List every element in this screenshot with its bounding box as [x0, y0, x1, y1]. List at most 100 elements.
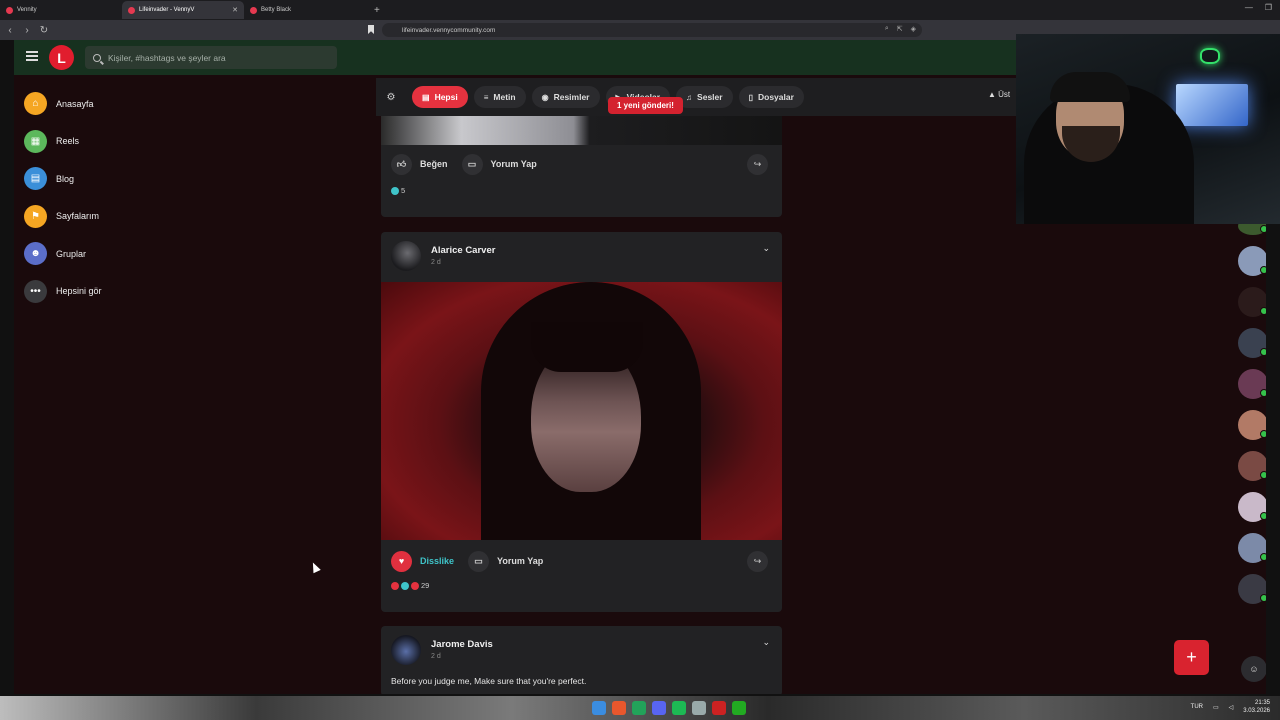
search-placeholder: Kişiler, #hashtags ve şeyler ara	[108, 52, 226, 63]
reaction-count[interactable]: 29	[391, 581, 429, 590]
share-icon[interactable]: ↪	[747, 550, 768, 572]
post-card: Jarome Davis 2 d ⌄ Before you judge me, …	[381, 626, 782, 694]
sidebar: ⌂ Anasayfa ▦ Reels ▤ Blog ⚑ Sayfalarım ☻…	[24, 85, 224, 310]
filter-settings-icon[interactable]: ⚙	[376, 92, 406, 103]
post-image[interactable]	[381, 282, 782, 540]
text-icon: ≡	[483, 92, 489, 102]
post-author[interactable]: Alarice Carver	[431, 245, 495, 256]
network-icon[interactable]: ▭	[1213, 704, 1219, 711]
comment-button[interactable]: ▭ Yorum Yap	[461, 153, 537, 175]
search-input[interactable]: Kişiler, #hashtags ve şeyler ara	[85, 46, 337, 69]
file-icon: ▯	[748, 92, 753, 102]
filter-sesler[interactable]: ♫ Sesler	[676, 86, 733, 108]
reload-icon[interactable]: ↻	[37, 25, 51, 36]
clock[interactable]: 21:35 3.03.2026	[1243, 699, 1270, 715]
window-controls: — ❐	[1245, 3, 1272, 12]
like-button[interactable]: 👍︎ Beğen	[391, 153, 448, 175]
bookmark-icon[interactable]	[368, 25, 374, 34]
tab-title: Betty Black	[261, 7, 292, 13]
comment-icon: ▭	[468, 550, 490, 572]
chevron-down-icon[interactable]: ⌄	[762, 637, 770, 648]
post-image[interactable]	[381, 116, 782, 145]
friend-avatar[interactable]	[1238, 328, 1266, 358]
app-icon[interactable]	[692, 701, 706, 715]
lifeinvader-logo[interactable]: L	[49, 45, 74, 70]
forward-icon[interactable]: ›	[20, 25, 34, 36]
friend-avatar[interactable]	[1238, 246, 1266, 276]
sidebar-item-reels[interactable]: ▦ Reels	[24, 123, 224, 161]
filter-resimler[interactable]: ◉ Resimler	[531, 86, 600, 108]
url-field[interactable]: lifeinvader.vennycommunity.com ⌕ ⇱ ◈	[382, 23, 922, 37]
reaction-count[interactable]: 5	[391, 186, 405, 195]
sidebar-item-anasayfa[interactable]: ⌂ Anasayfa	[24, 85, 224, 123]
favicon-icon	[250, 6, 257, 14]
all-icon: ▤	[422, 92, 430, 102]
terminal-icon[interactable]	[732, 701, 746, 715]
discord-icon[interactable]	[652, 701, 666, 715]
post-card: 👍︎ Beğen ▭ Yorum Yap ↪ 5	[381, 116, 782, 217]
friend-avatar[interactable]	[1238, 533, 1266, 563]
system-tray: TUR ▭ ◁ 21:35 3.03.2026	[1191, 699, 1270, 715]
flag-icon: ⚑	[24, 204, 47, 228]
friend-avatar[interactable]	[1238, 410, 1266, 440]
comment-icon: ▭	[461, 153, 483, 175]
post-actions: ♥ Disslike ▭ Yorum Yap ↪	[381, 546, 782, 576]
minimize-icon[interactable]: —	[1245, 3, 1253, 12]
volume-icon[interactable]: ◁	[1229, 704, 1234, 711]
avatar[interactable]	[391, 635, 421, 665]
filter-dosyalar[interactable]: ▯ Dosyalar	[738, 86, 804, 108]
app-icon[interactable]	[712, 701, 726, 715]
filter-hepsi[interactable]: ▤ Hepsi	[412, 86, 468, 108]
home-icon: ⌂	[24, 92, 47, 116]
create-post-button[interactable]: +	[1174, 640, 1209, 675]
friend-avatar[interactable]	[1238, 451, 1266, 481]
share-page-icon[interactable]: ⇱	[897, 25, 903, 33]
favicon-icon	[6, 6, 13, 14]
background-monitor	[1176, 84, 1248, 126]
love-reaction-icon	[391, 581, 399, 590]
post-author[interactable]: Jarome Davis	[431, 639, 493, 650]
comment-button[interactable]: ▭ Yorum Yap	[468, 550, 544, 572]
scroll-top-label: Üst	[998, 90, 1011, 99]
back-icon[interactable]: ‹	[3, 25, 17, 36]
brave-icon[interactable]	[612, 701, 626, 715]
sidebar-item-gruplar[interactable]: ☻ Gruplar	[24, 235, 224, 273]
sidebar-item-hepsini-gor[interactable]: ••• Hepsini gör	[24, 273, 224, 311]
tab-lifeinvader[interactable]: Lifeinvader - VennyV ✕	[122, 1, 244, 19]
friend-avatar[interactable]	[1238, 574, 1266, 604]
post-time: 2 d	[431, 259, 441, 266]
explorer-icon[interactable]	[592, 701, 606, 715]
sidebar-item-blog[interactable]: ▤ Blog	[24, 160, 224, 198]
tab-vennity[interactable]: Vennity	[0, 1, 122, 19]
zoom-icon[interactable]: ⌕	[885, 25, 889, 33]
filter-label: Dosyalar	[757, 92, 794, 102]
share-icon[interactable]: ↪	[747, 153, 768, 175]
reaction-icon	[391, 186, 399, 195]
filter-label: Hepsi	[434, 92, 458, 102]
friend-avatar[interactable]	[1238, 369, 1266, 399]
contacts-icon[interactable]: ☺	[1241, 656, 1266, 682]
brave-shield-icon[interactable]: ◈	[911, 25, 916, 33]
friend-avatar[interactable]	[1238, 492, 1266, 522]
tray-language[interactable]: TUR	[1191, 704, 1203, 710]
filter-label: Resimler	[553, 92, 590, 102]
new-posts-toast[interactable]: 1 yeni gönderi!	[608, 97, 683, 114]
clock-time: 21:35	[1254, 700, 1270, 706]
close-icon[interactable]: ✕	[232, 6, 238, 14]
menu-icon[interactable]	[26, 51, 38, 61]
tab-betty-black[interactable]: Betty Black	[244, 1, 366, 19]
store-icon[interactable]	[632, 701, 646, 715]
spotify-icon[interactable]	[672, 701, 686, 715]
dislike-button[interactable]: ♥ Disslike	[391, 550, 454, 572]
friend-avatar[interactable]	[1238, 287, 1266, 317]
sidebar-item-sayfalarim[interactable]: ⚑ Sayfalarım	[24, 198, 224, 236]
scroll-top-button[interactable]: ▲ Üst	[988, 90, 1010, 99]
new-tab-button[interactable]: +	[366, 5, 388, 16]
chevron-down-icon[interactable]: ⌄	[762, 243, 770, 254]
comment-label: Yorum Yap	[497, 556, 544, 566]
more-icon: •••	[24, 279, 47, 303]
avatar[interactable]	[391, 241, 421, 271]
filter-metin[interactable]: ≡ Metin	[473, 86, 526, 108]
restore-icon[interactable]: ❐	[1265, 3, 1272, 12]
tab-title: Vennity	[17, 7, 37, 13]
